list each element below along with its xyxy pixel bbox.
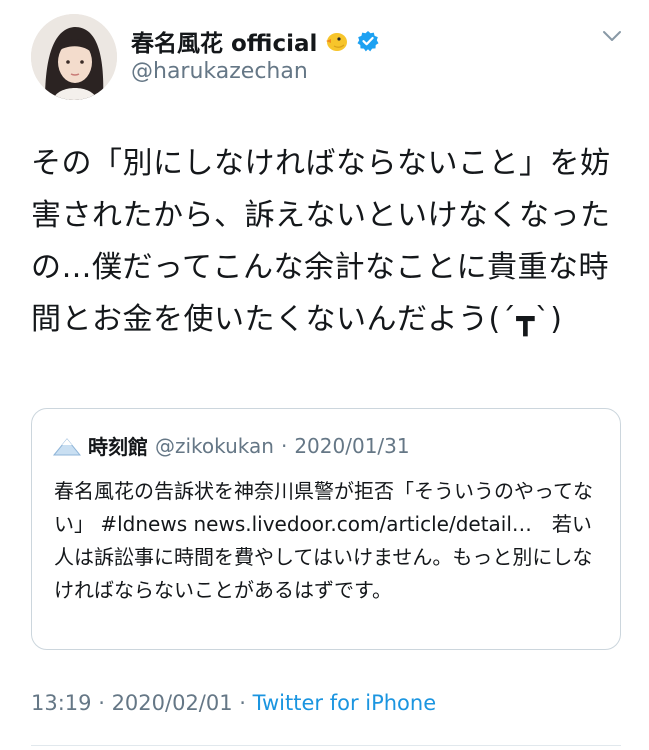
tweet-source-link[interactable]: Twitter for iPhone [253,691,437,715]
quoted-tweet-header: 時刻館 @zikokukan · 2020/01/31 [52,431,410,460]
author-display-name[interactable]: 春名風花 official [131,24,317,58]
tweet-meta: 13:19 · 2020/02/01 · Twitter for iPhone [31,691,436,715]
meta-separator: · [232,691,253,715]
quoted-author-avatar [52,435,82,457]
tweet-date[interactable]: 2020/02/01 [112,691,233,715]
author-handle[interactable]: @harukazechan [131,59,308,84]
chevron-down-icon[interactable] [601,28,623,44]
profile-avatar[interactable] [31,14,117,100]
quoted-tweet-date: 2020/01/31 [294,433,410,458]
quoted-author-name: 時刻館 [88,435,148,459]
quoted-author-handle: @zikokukan [155,433,274,458]
meta-separator: · [91,691,112,715]
verified-badge-icon [357,30,379,52]
divider [31,745,621,746]
tweet-text: その「別にしなければならないこと」を妨害されたから、訴えないといけなくなったの…… [31,146,611,337]
author-name-row[interactable]: 春名風花 official [131,24,379,58]
chick-emoji-icon [325,30,349,52]
tweet-time[interactable]: 13:19 [31,691,92,715]
quoted-tweet-card[interactable]: 時刻館 @zikokukan · 2020/01/31 春名風花の告訴状を神奈川… [31,408,621,650]
quoted-separator: · [280,433,288,458]
quoted-tweet-text: 春名風花の告訴状を神奈川県警が拒否「そういうのやってない」 #ldnews ne… [54,479,593,602]
